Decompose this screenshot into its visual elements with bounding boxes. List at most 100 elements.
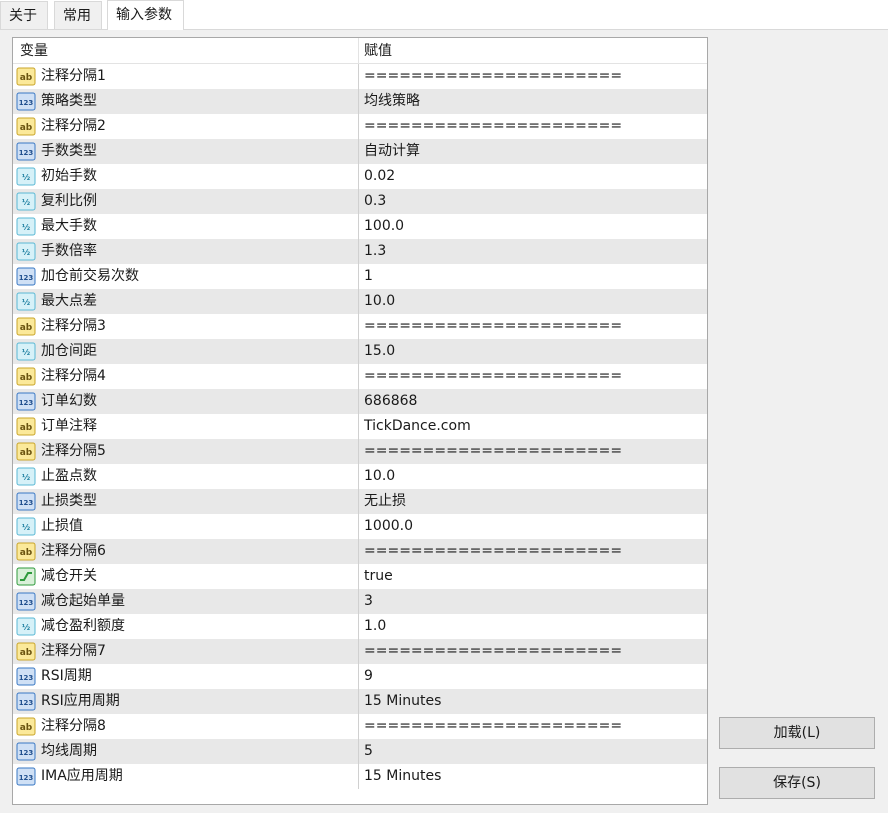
table-row[interactable]: ab 注释分隔5 ====================== — [13, 439, 707, 464]
table-row[interactable]: ½ 加仓间距 15.0 — [13, 339, 707, 364]
cell-separator — [358, 264, 359, 289]
svg-text:ab: ab — [20, 373, 33, 383]
table-row[interactable]: 123 订单幻数 686868 — [13, 389, 707, 414]
table-row[interactable]: 123 止损类型 无止损 — [13, 489, 707, 514]
parameter-value[interactable]: 5 — [364, 739, 373, 764]
123-integer-icon: 123 — [16, 767, 36, 786]
column-separator[interactable] — [358, 38, 359, 63]
svg-text:½: ½ — [22, 297, 30, 307]
table-row[interactable]: 123 策略类型 均线策略 — [13, 89, 707, 114]
parameter-name: 减仓开关 — [41, 568, 97, 584]
load-button[interactable]: 加载(L) — [719, 717, 875, 749]
cell-separator — [358, 589, 359, 614]
tab-inputs[interactable]: 输入参数 — [107, 0, 184, 30]
tab-about[interactable]: 关于 — [0, 1, 48, 29]
fraction-double-icon: ½ — [16, 217, 36, 236]
parameter-value[interactable]: 9 — [364, 664, 373, 689]
table-row[interactable]: ab 注释分隔3 ====================== — [13, 314, 707, 339]
table-row[interactable]: 123 减仓起始单量 3 — [13, 589, 707, 614]
parameter-value[interactable]: 0.02 — [364, 164, 395, 189]
table-row[interactable]: ½ 止盈点数 10.0 — [13, 464, 707, 489]
table-row[interactable]: 123 均线周期 5 — [13, 739, 707, 764]
parameter-value[interactable]: 686868 — [364, 389, 417, 414]
parameter-value[interactable]: ====================== — [364, 64, 622, 89]
table-row[interactable]: ab 注释分隔8 ====================== — [13, 714, 707, 739]
column-header-value[interactable]: 赋值 — [364, 38, 392, 63]
cell-separator — [358, 239, 359, 264]
table-row[interactable]: ½ 复利比例 0.3 — [13, 189, 707, 214]
cell-separator — [358, 564, 359, 589]
table-row[interactable]: ½ 初始手数 0.02 — [13, 164, 707, 189]
parameter-value[interactable]: ====================== — [364, 314, 622, 339]
table-row[interactable]: ab 注释分隔2 ====================== — [13, 114, 707, 139]
cell-separator — [358, 314, 359, 339]
parameter-value[interactable]: 1.0 — [364, 614, 386, 639]
table-row[interactable]: ab 订单注释 TickDance.com — [13, 414, 707, 439]
cell-separator — [358, 464, 359, 489]
123-integer-icon: 123 — [16, 742, 36, 761]
table-row[interactable]: ab 注释分隔6 ====================== — [13, 539, 707, 564]
table-row[interactable]: ½ 手数倍率 1.3 — [13, 239, 707, 264]
parameter-value[interactable]: ====================== — [364, 364, 622, 389]
svg-text:123: 123 — [19, 149, 34, 157]
parameter-value[interactable]: 无止损 — [364, 489, 406, 514]
table-row[interactable]: ab 注释分隔4 ====================== — [13, 364, 707, 389]
column-header-variable[interactable]: 变量 — [20, 38, 48, 63]
table-row[interactable]: 123 RSI应用周期 15 Minutes — [13, 689, 707, 714]
svg-text:½: ½ — [22, 522, 30, 532]
cell-separator — [358, 214, 359, 239]
fraction-double-icon: ½ — [16, 517, 36, 536]
ab-string-icon: ab — [16, 542, 36, 561]
parameter-value[interactable]: ====================== — [364, 439, 622, 464]
cell-separator — [358, 689, 359, 714]
parameter-value[interactable]: 15 Minutes — [364, 764, 441, 789]
parameter-value[interactable]: ====================== — [364, 539, 622, 564]
parameter-value[interactable]: 15 Minutes — [364, 689, 441, 714]
parameter-value[interactable]: 10.0 — [364, 464, 395, 489]
parameter-value[interactable]: 3 — [364, 589, 373, 614]
tab-inputs-label: 输入参数 — [116, 7, 172, 23]
svg-text:ab: ab — [20, 423, 33, 433]
parameter-name: 加仓前交易次数 — [41, 268, 139, 284]
parameter-value[interactable]: 10.0 — [364, 289, 395, 314]
table-row[interactable]: 123 加仓前交易次数 1 — [13, 264, 707, 289]
table-row[interactable]: 123 IMA应用周期 15 Minutes — [13, 764, 707, 789]
svg-text:ab: ab — [20, 323, 33, 333]
parameter-value[interactable]: 自动计算 — [364, 139, 420, 164]
parameter-name: 注释分隔8 — [41, 718, 106, 734]
table-row[interactable]: 123 手数类型 自动计算 — [13, 139, 707, 164]
svg-text:123: 123 — [19, 699, 34, 707]
parameter-name: 订单注释 — [41, 418, 97, 434]
cell-separator — [358, 489, 359, 514]
table-row[interactable]: ½ 最大点差 10.0 — [13, 289, 707, 314]
parameter-value[interactable]: ====================== — [364, 714, 622, 739]
svg-text:½: ½ — [22, 222, 30, 232]
cell-separator — [358, 714, 359, 739]
parameter-value[interactable]: 100.0 — [364, 214, 404, 239]
parameter-value[interactable]: true — [364, 564, 393, 589]
table-row[interactable]: ½ 止损值 1000.0 — [13, 514, 707, 539]
123-integer-icon: 123 — [16, 492, 36, 511]
table-row[interactable]: ½ 减仓盈利额度 1.0 — [13, 614, 707, 639]
parameter-value[interactable]: 0.3 — [364, 189, 386, 214]
table-row[interactable]: ab 注释分隔7 ====================== — [13, 639, 707, 664]
svg-text:123: 123 — [19, 499, 34, 507]
tab-common[interactable]: 常用 — [54, 1, 102, 29]
table-row[interactable]: 减仓开关 true — [13, 564, 707, 589]
parameter-value[interactable]: 均线策略 — [364, 89, 420, 114]
table-row[interactable]: ½ 最大手数 100.0 — [13, 214, 707, 239]
parameter-value[interactable]: TickDance.com — [364, 414, 471, 439]
save-button[interactable]: 保存(S) — [719, 767, 875, 799]
parameter-value[interactable]: ====================== — [364, 114, 622, 139]
123-integer-icon: 123 — [16, 92, 36, 111]
parameter-value[interactable]: 1 — [364, 264, 373, 289]
parameter-name: 注释分隔5 — [41, 443, 106, 459]
table-row[interactable]: ab 注释分隔1 ====================== — [13, 64, 707, 89]
parameter-value[interactable]: 15.0 — [364, 339, 395, 364]
cell-separator — [358, 664, 359, 689]
parameter-value[interactable]: 1.3 — [364, 239, 386, 264]
parameter-name: 手数类型 — [41, 143, 97, 159]
parameter-value[interactable]: 1000.0 — [364, 514, 413, 539]
table-row[interactable]: 123 RSI周期 9 — [13, 664, 707, 689]
parameter-value[interactable]: ====================== — [364, 639, 622, 664]
